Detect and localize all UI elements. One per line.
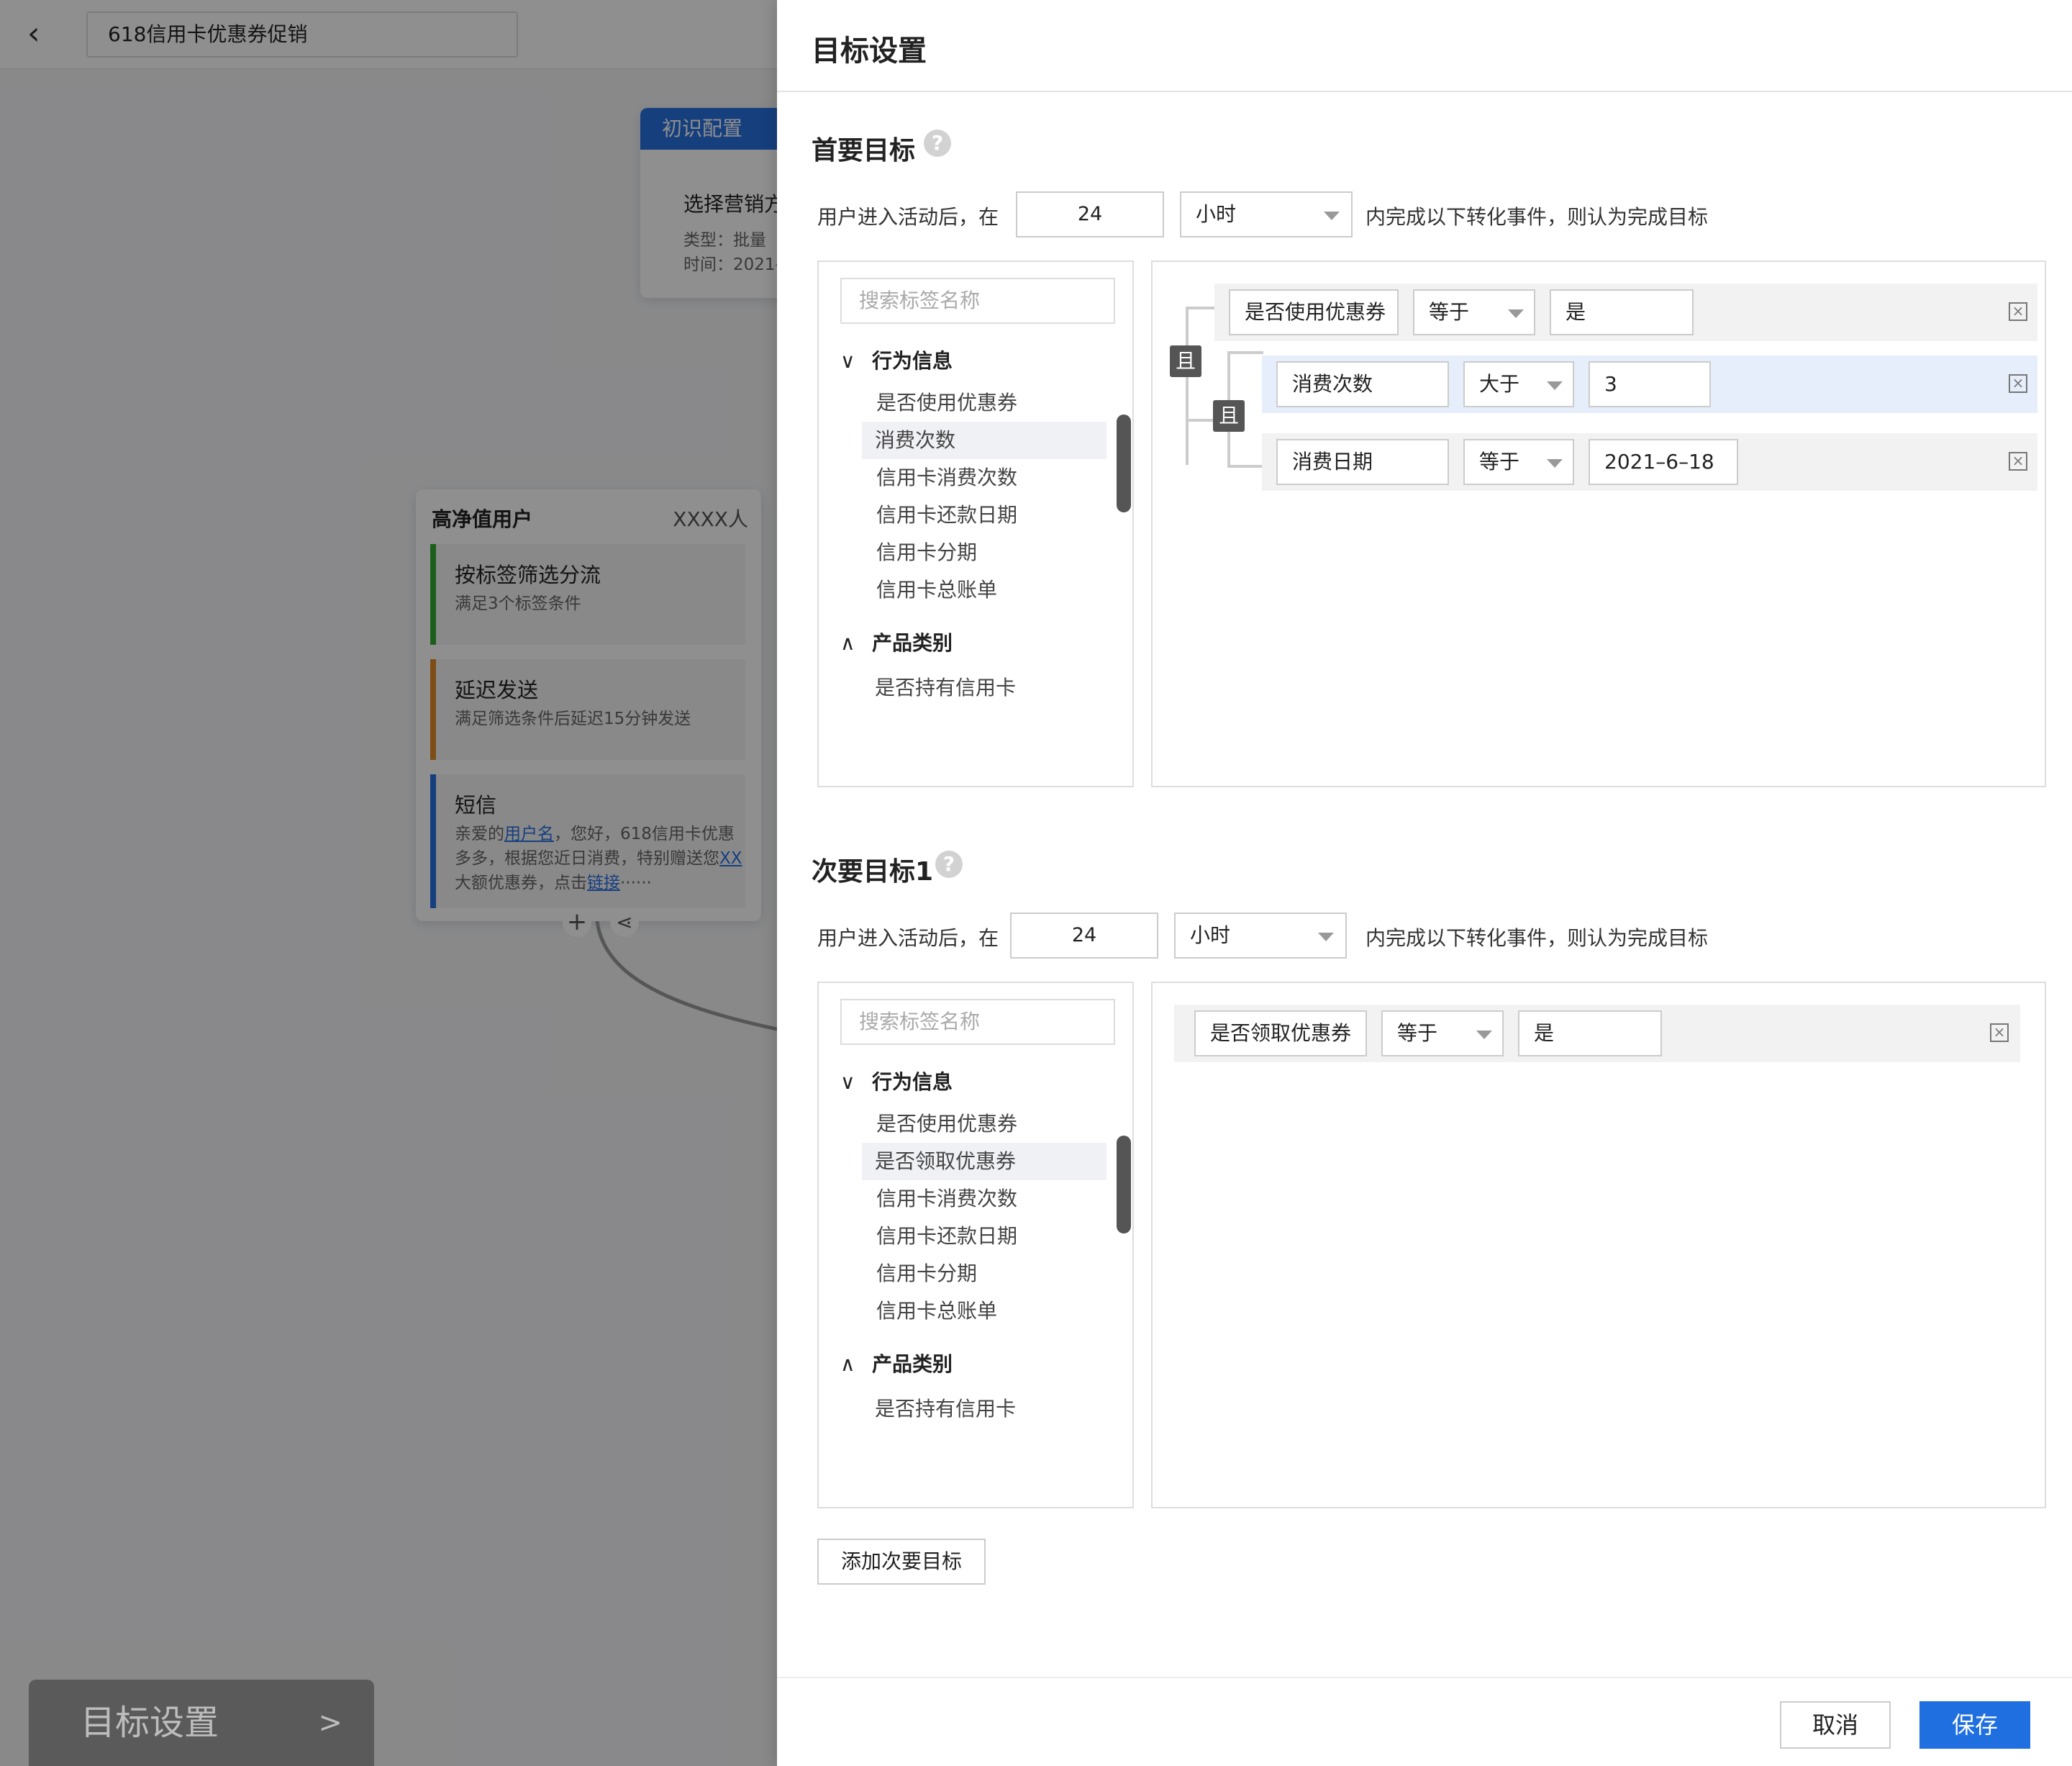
dropdown-caret-icon bbox=[1476, 1031, 1492, 1039]
condition-operator-select[interactable]: 等于 bbox=[1381, 1010, 1504, 1056]
tag-item[interactable]: 信用卡总账单 bbox=[863, 1292, 1108, 1330]
secondary-condition-panel: 是否领取优惠券 等于 是 × bbox=[1151, 982, 2046, 1508]
dropdown-caret-icon bbox=[1547, 459, 1563, 468]
condition-field[interactable]: 消费日期 bbox=[1276, 439, 1449, 485]
drawer-footer: 取消 保存 bbox=[777, 1677, 2072, 1766]
tag-item[interactable]: 是否持有信用卡 bbox=[862, 1390, 1107, 1428]
condition-field[interactable]: 是否使用优惠券 bbox=[1229, 289, 1399, 335]
secondary-tag-search-input[interactable]: 搜索标签名称 bbox=[840, 999, 1115, 1045]
condition-operator-select[interactable]: 等于 bbox=[1463, 439, 1574, 485]
primary-condition-panel: 且 且 是否使用优惠券 等于 是 × 消费次数 大于 3 × 消费日期 等于 2… bbox=[1151, 261, 2046, 787]
primary-unit-select[interactable]: 小时 bbox=[1180, 191, 1353, 237]
dropdown-caret-icon bbox=[1324, 212, 1340, 220]
chevron-up-icon: ∧ bbox=[840, 1352, 855, 1376]
close-icon[interactable]: × bbox=[2009, 302, 2027, 321]
overlay-mask[interactable] bbox=[0, 0, 777, 1766]
chevron-right-icon: > bbox=[318, 1706, 342, 1739]
condition-value-input[interactable]: 2021–6–18 bbox=[1589, 439, 1738, 485]
tag-item[interactable]: 信用卡分期 bbox=[863, 1255, 1108, 1292]
secondary-goal-title: 次要目标1 bbox=[812, 857, 934, 887]
secondary-sentence-pre: 用户进入活动后，在 bbox=[817, 926, 999, 950]
condition-row: 消费日期 等于 2021–6–18 × bbox=[1262, 433, 2037, 491]
condition-field[interactable]: 消费次数 bbox=[1276, 361, 1449, 407]
condition-operator-select[interactable]: 大于 bbox=[1463, 361, 1574, 407]
condition-row: 是否领取优惠券 等于 是 × bbox=[1174, 1005, 2020, 1062]
tag-item[interactable]: 信用卡分期 bbox=[863, 534, 1108, 571]
and-operator-tag[interactable]: 且 bbox=[1170, 345, 1201, 377]
condition-row: 消费次数 大于 3 × bbox=[1262, 356, 2037, 413]
condition-value-input[interactable]: 3 bbox=[1589, 361, 1711, 407]
condition-value-input[interactable]: 是 bbox=[1550, 289, 1694, 335]
secondary-tag-panel: 搜索标签名称 ∨ 行为信息 是否使用优惠券 是否领取优惠券 信用卡消费次数 信用卡… bbox=[817, 982, 1134, 1508]
primary-goal-title: 首要目标 bbox=[812, 136, 916, 166]
tag-item[interactable]: 是否使用优惠券 bbox=[863, 1105, 1108, 1143]
question-icon[interactable]: ? bbox=[935, 851, 963, 878]
canvas-background: ‹ 618信用卡优惠券促销 初识配置 选择营销方 类型：批量 时间：2021- … bbox=[0, 0, 777, 1766]
primary-sentence-pre: 用户进入活动后，在 bbox=[817, 205, 999, 229]
tag-item[interactable]: 信用卡还款日期 bbox=[863, 497, 1108, 534]
chevron-down-icon: ∨ bbox=[840, 1070, 855, 1094]
dropdown-caret-icon bbox=[1508, 309, 1524, 318]
chevron-up-icon: ∧ bbox=[840, 631, 855, 655]
primary-tag-search-input[interactable]: 搜索标签名称 bbox=[840, 278, 1115, 324]
goal-settings-drawer: 目标设置 首要目标 ? 用户进入活动后，在 24 小时 内完成以下转化事件，则认… bbox=[777, 0, 2072, 1766]
close-icon[interactable]: × bbox=[2009, 452, 2027, 471]
primary-hours-input[interactable]: 24 bbox=[1016, 191, 1164, 237]
secondary-group-product[interactable]: ∧ 产品类别 bbox=[840, 1349, 953, 1377]
close-icon[interactable]: × bbox=[2009, 374, 2027, 393]
scrollbar[interactable] bbox=[1117, 415, 1131, 512]
drawer-title: 目标设置 bbox=[812, 35, 927, 68]
close-icon[interactable]: × bbox=[1990, 1023, 2009, 1042]
primary-tag-panel: 搜索标签名称 ∨ 行为信息 是否使用优惠券 消费次数 信用卡消费次数 信用卡还款日… bbox=[817, 261, 1134, 787]
tag-item[interactable]: 信用卡总账单 bbox=[863, 571, 1108, 609]
dropdown-caret-icon bbox=[1318, 933, 1334, 941]
scrollbar[interactable] bbox=[1117, 1136, 1131, 1233]
drawer-header: 目标设置 bbox=[777, 0, 2072, 92]
save-button[interactable]: 保存 bbox=[1919, 1701, 2030, 1749]
and-operator-tag[interactable]: 且 bbox=[1213, 400, 1245, 432]
secondary-sentence-post: 内完成以下转化事件，则认为完成目标 bbox=[1366, 926, 1709, 950]
question-icon[interactable]: ? bbox=[924, 130, 951, 157]
tag-item-selected[interactable]: 消费次数 bbox=[862, 422, 1107, 459]
goal-settings-button[interactable]: 目标设置 > bbox=[29, 1680, 374, 1766]
condition-operator-select[interactable]: 等于 bbox=[1413, 289, 1535, 335]
primary-group-product[interactable]: ∧ 产品类别 bbox=[840, 628, 953, 656]
primary-sentence-post: 内完成以下转化事件，则认为完成目标 bbox=[1366, 205, 1709, 229]
tag-item-selected[interactable]: 是否领取优惠券 bbox=[862, 1143, 1107, 1180]
condition-field[interactable]: 是否领取优惠券 bbox=[1194, 1010, 1367, 1056]
dropdown-caret-icon bbox=[1547, 381, 1563, 390]
tag-item[interactable]: 信用卡还款日期 bbox=[863, 1218, 1108, 1255]
chevron-down-icon: ∨ bbox=[840, 349, 855, 373]
condition-value-input[interactable]: 是 bbox=[1518, 1010, 1662, 1056]
secondary-unit-select[interactable]: 小时 bbox=[1174, 913, 1347, 959]
tag-item[interactable]: 信用卡消费次数 bbox=[863, 1180, 1108, 1218]
tag-item[interactable]: 是否持有信用卡 bbox=[862, 669, 1107, 707]
primary-group-behavior[interactable]: ∨ 行为信息 bbox=[840, 345, 953, 374]
add-secondary-goal-button[interactable]: 添加次要目标 bbox=[817, 1539, 986, 1585]
condition-row: 是否使用优惠券 等于 是 × bbox=[1214, 284, 2037, 341]
secondary-hours-input[interactable]: 24 bbox=[1010, 913, 1158, 959]
secondary-group-behavior[interactable]: ∨ 行为信息 bbox=[840, 1067, 953, 1095]
cancel-button[interactable]: 取消 bbox=[1780, 1701, 1891, 1749]
tag-item[interactable]: 是否使用优惠券 bbox=[863, 384, 1108, 422]
tag-item[interactable]: 信用卡消费次数 bbox=[863, 459, 1108, 497]
